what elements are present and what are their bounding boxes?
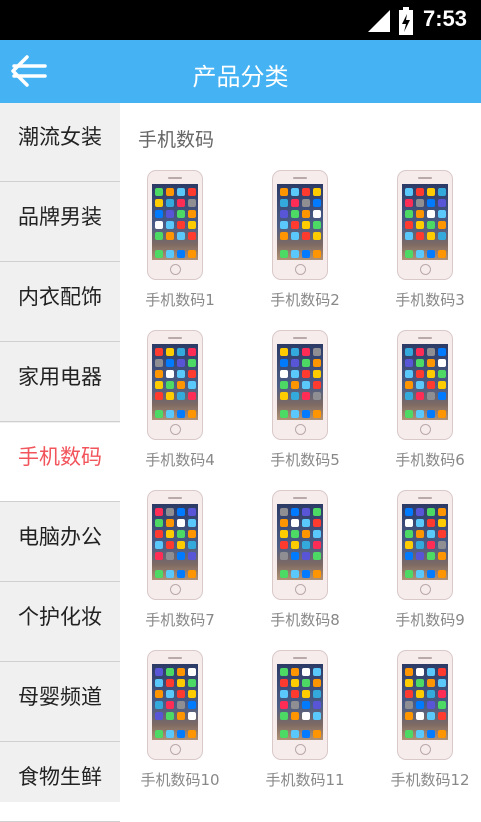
phone-icon [397,170,453,280]
product-label: 手机数码10 [140,771,220,789]
sidebar-item-label: 内衣配饰 [18,285,102,309]
product-item[interactable]: 手机数码10 [120,650,240,800]
sidebar-item-label: 电脑办公 [18,525,102,549]
app-header: 产品分类 [0,40,481,103]
product-item[interactable]: 手机数码6 [370,330,481,480]
signal-icon [368,10,390,32]
product-label: 手机数码9 [395,611,465,629]
sidebar-item-phones-digital[interactable]: 手机数码 [0,423,120,502]
phone-icon [272,330,328,440]
sidebar-item-label: 个护化妆 [18,605,102,629]
product-label: 手机数码2 [270,291,340,309]
phone-icon [147,490,203,600]
product-item[interactable]: 手机数码12 [370,650,481,800]
product-label: 手机数码5 [270,451,340,469]
sidebar-item-label: 食物生鲜 [18,765,102,789]
product-item[interactable]: 手机数码5 [245,330,365,480]
phone-icon [147,170,203,280]
phone-icon [272,490,328,600]
sidebar-item-label: 潮流女装 [18,125,102,149]
product-item[interactable]: 手机数码11 [245,650,365,800]
phone-icon [272,650,328,760]
phone-icon [397,330,453,440]
section-title: 手机数码 [138,129,215,151]
product-label: 手机数码4 [145,451,215,469]
product-item[interactable]: 手机数码2 [245,170,365,320]
product-label: 手机数码6 [395,451,465,469]
sidebar-item-fresh-food[interactable]: 食物生鲜 [0,743,120,822]
sidebar-item-women-fashion[interactable]: 潮流女装 [0,103,120,182]
phone-icon [397,490,453,600]
sidebar-item-underwear-accessories[interactable]: 内衣配饰 [0,263,120,342]
product-label: 手机数码3 [395,291,465,309]
phone-icon [272,170,328,280]
category-sidebar: 潮流女装 品牌男装 内衣配饰 家用电器 手机数码 电脑办公 个护化妆 母婴频道 … [0,103,120,822]
phone-icon [397,650,453,760]
phone-icon [147,650,203,760]
sidebar-item-computers-office[interactable]: 电脑办公 [0,503,120,582]
battery-icon [399,7,413,35]
product-item[interactable]: 手机数码3 [370,170,481,320]
product-item[interactable]: 手机数码4 [120,330,240,480]
product-grid-panel: 手机数码 手机数码1 手机数码2 手机数码3 手机数码4 手机数码5 手机数码6 手机数码7… [120,103,481,802]
sidebar-item-label: 母婴频道 [18,685,102,709]
sidebar-item-label: 家用电器 [18,365,102,389]
sidebar-item-mother-baby[interactable]: 母婴频道 [0,663,120,742]
product-label: 手机数码7 [145,611,215,629]
product-label: 手机数码8 [270,611,340,629]
product-label: 手机数码11 [265,771,345,789]
sidebar-item-personal-care[interactable]: 个护化妆 [0,583,120,662]
sidebar-item-label: 品牌男装 [18,205,102,229]
phone-icon [147,330,203,440]
sidebar-item-home-appliances[interactable]: 家用电器 [0,343,120,422]
product-label: 手机数码1 [145,291,215,309]
product-item[interactable]: 手机数码1 [120,170,240,320]
sidebar-item-men-brands[interactable]: 品牌男装 [0,183,120,262]
product-item[interactable]: 手机数码7 [120,490,240,640]
product-item[interactable]: 手机数码9 [370,490,481,640]
sidebar-item-label: 手机数码 [18,445,102,469]
product-item[interactable]: 手机数码8 [245,490,365,640]
product-label: 手机数码12 [390,771,470,789]
status-time: 7:53 [422,6,467,31]
status-bar: 7:53 [0,0,481,40]
page-title: 产品分类 [192,63,289,91]
